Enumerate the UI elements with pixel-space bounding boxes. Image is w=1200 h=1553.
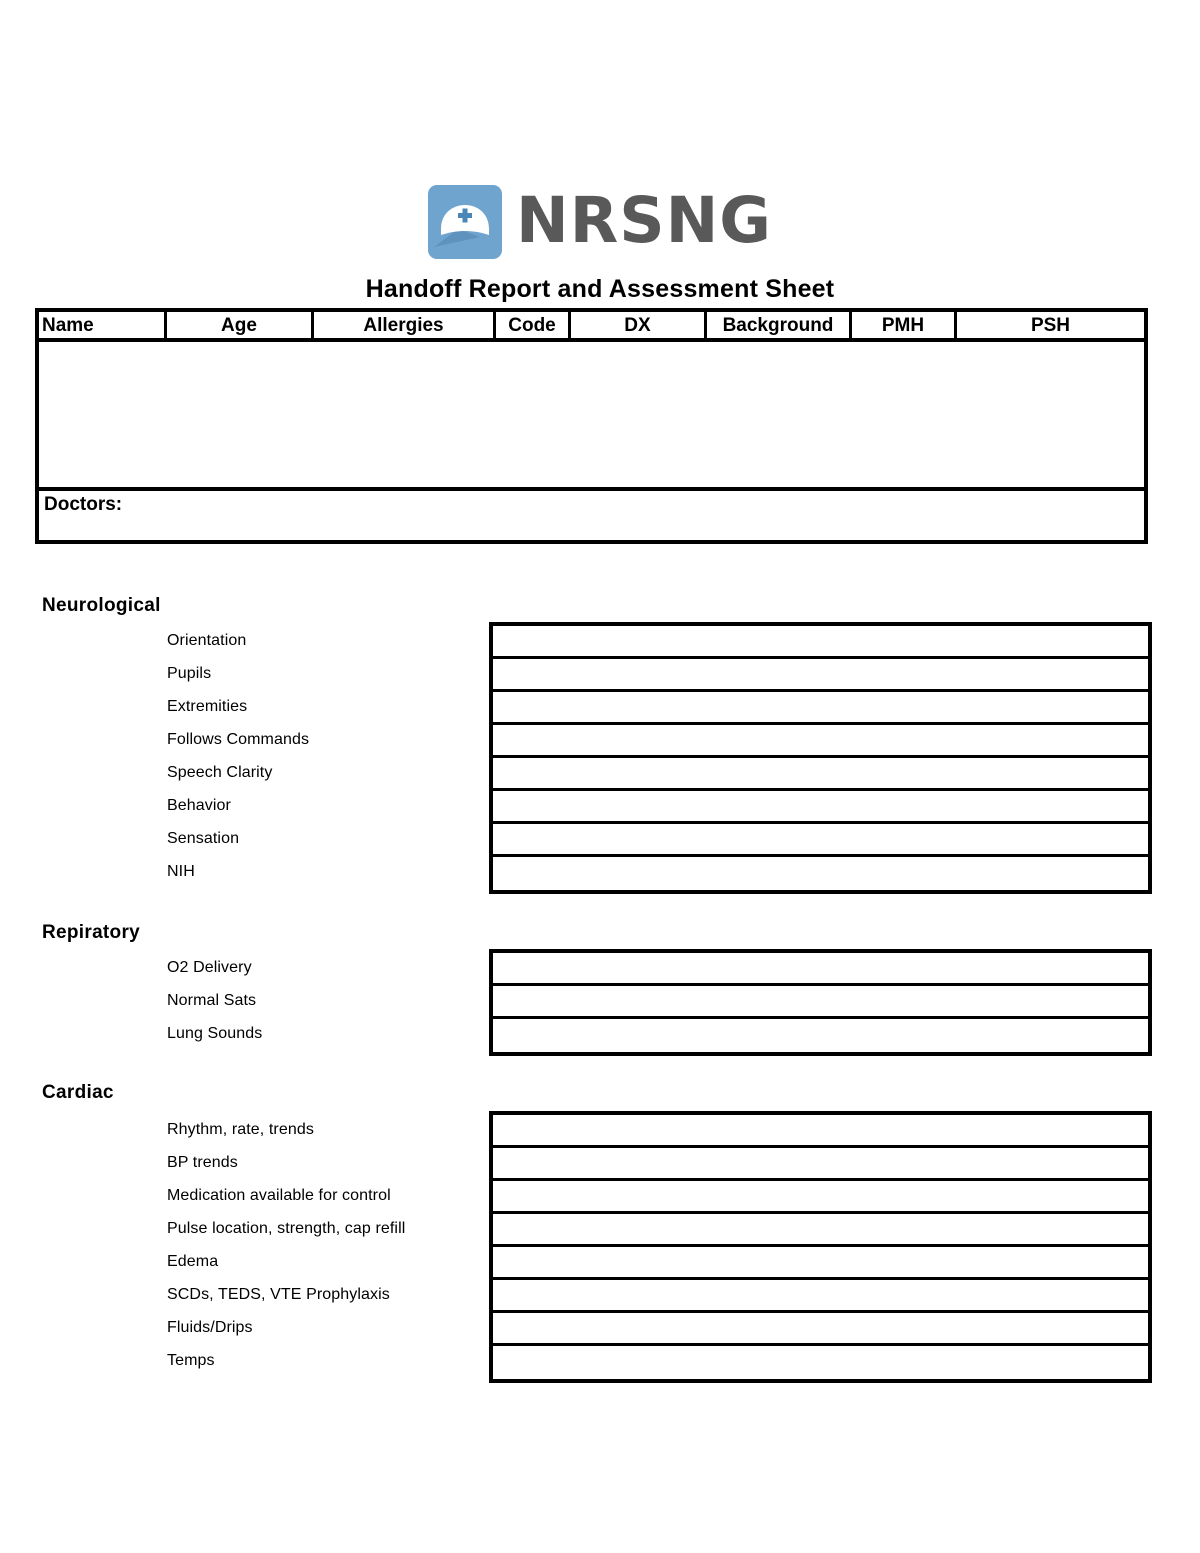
- row-label-extremities: Extremities: [167, 697, 248, 715]
- row-label-fluids-drips: Fluids/Drips: [167, 1318, 253, 1336]
- row-label-speech-clarity: Speech Clarity: [167, 763, 273, 781]
- answer-field-sensation[interactable]: [493, 824, 1148, 857]
- column-header-pmh: PMH: [852, 312, 957, 338]
- row-label-bp-trends: BP trends: [167, 1153, 238, 1171]
- section-labels-respiratory: O2 Delivery Normal Sats Lung Sounds: [167, 951, 477, 1050]
- column-header-name: Name: [39, 312, 167, 338]
- answer-field-pulse-location[interactable]: [493, 1214, 1148, 1247]
- answer-field-scds-teds-vte[interactable]: [493, 1280, 1148, 1313]
- answer-field-normal-sats[interactable]: [493, 986, 1148, 1019]
- brand-logo: NRSNG: [0, 185, 1200, 259]
- section-heading-respiratory: Repiratory: [42, 922, 141, 943]
- answer-field-pupils[interactable]: [493, 659, 1148, 692]
- row-label-behavior: Behavior: [167, 796, 231, 814]
- row-label-temps: Temps: [167, 1351, 215, 1369]
- answer-field-o2-delivery[interactable]: [493, 953, 1148, 986]
- answer-field-temps[interactable]: [493, 1346, 1148, 1379]
- section-heading-cardiac: Cardiac: [42, 1082, 114, 1103]
- answer-field-bp-trends[interactable]: [493, 1148, 1148, 1181]
- section-labels-cardiac: Rhythm, rate, trends BP trends Medicatio…: [167, 1113, 477, 1377]
- answer-field-orientation[interactable]: [493, 626, 1148, 659]
- row-label-o2-delivery: O2 Delivery: [167, 958, 252, 976]
- row-label-follows-commands: Follows Commands: [167, 730, 310, 748]
- answer-field-fluids-drips[interactable]: [493, 1313, 1148, 1346]
- row-label-pulse-location: Pulse location, strength, cap refill: [167, 1219, 406, 1237]
- answer-field-follows-commands[interactable]: [493, 725, 1148, 758]
- answer-field-speech-clarity[interactable]: [493, 758, 1148, 791]
- row-label-edema: Edema: [167, 1252, 219, 1270]
- row-label-rhythm-rate-trends: Rhythm, rate, trends: [167, 1120, 314, 1138]
- doctors-label: Doctors:: [44, 494, 123, 515]
- answer-field-edema[interactable]: [493, 1247, 1148, 1280]
- nurse-cap-icon: [427, 185, 502, 259]
- row-label-pupils: Pupils: [167, 664, 212, 682]
- column-header-code: Code: [496, 312, 571, 338]
- answer-field-extremities[interactable]: [493, 692, 1148, 725]
- column-header-age: Age: [167, 312, 314, 338]
- answer-box-cardiac: [489, 1111, 1152, 1383]
- doctors-field[interactable]: Doctors:: [39, 487, 1144, 540]
- section-heading-neurological: Neurological: [42, 595, 161, 616]
- row-label-medication-available: Medication available for control: [167, 1186, 391, 1204]
- column-header-allergies: Allergies: [314, 312, 496, 338]
- answer-field-behavior[interactable]: [493, 791, 1148, 824]
- patient-info-entry-area[interactable]: [39, 342, 1144, 487]
- column-header-psh: PSH: [1030, 314, 1071, 336]
- answer-field-medication-available[interactable]: [493, 1181, 1148, 1214]
- answer-field-nih[interactable]: [493, 857, 1148, 890]
- row-label-lung-sounds: Lung Sounds: [167, 1024, 263, 1042]
- brand-wordmark: NRSNG: [515, 183, 773, 257]
- answer-box-respiratory: [489, 949, 1152, 1056]
- patient-info-header-row: Name Age Allergies Code DX Background PM…: [39, 312, 1144, 342]
- column-header-background: Background: [707, 312, 852, 338]
- row-label-orientation: Orientation: [167, 631, 247, 649]
- page-title: Handoff Report and Assessment Sheet: [365, 275, 835, 303]
- column-header-dx: DX: [571, 312, 707, 338]
- answer-field-lung-sounds[interactable]: [493, 1019, 1148, 1052]
- row-label-normal-sats: Normal Sats: [167, 991, 257, 1009]
- row-label-nih: NIH: [167, 862, 195, 880]
- answer-field-rhythm-rate-trends[interactable]: [493, 1115, 1148, 1148]
- row-label-sensation: Sensation: [167, 829, 240, 847]
- row-label-scds-teds-vte: SCDs, TEDS, VTE Prophylaxis: [167, 1285, 390, 1303]
- patient-info-table: Name Age Allergies Code DX Background PM…: [35, 308, 1148, 544]
- answer-box-neurological: [489, 622, 1152, 894]
- section-labels-neurological: Orientation Pupils Extremities Follows C…: [167, 624, 477, 888]
